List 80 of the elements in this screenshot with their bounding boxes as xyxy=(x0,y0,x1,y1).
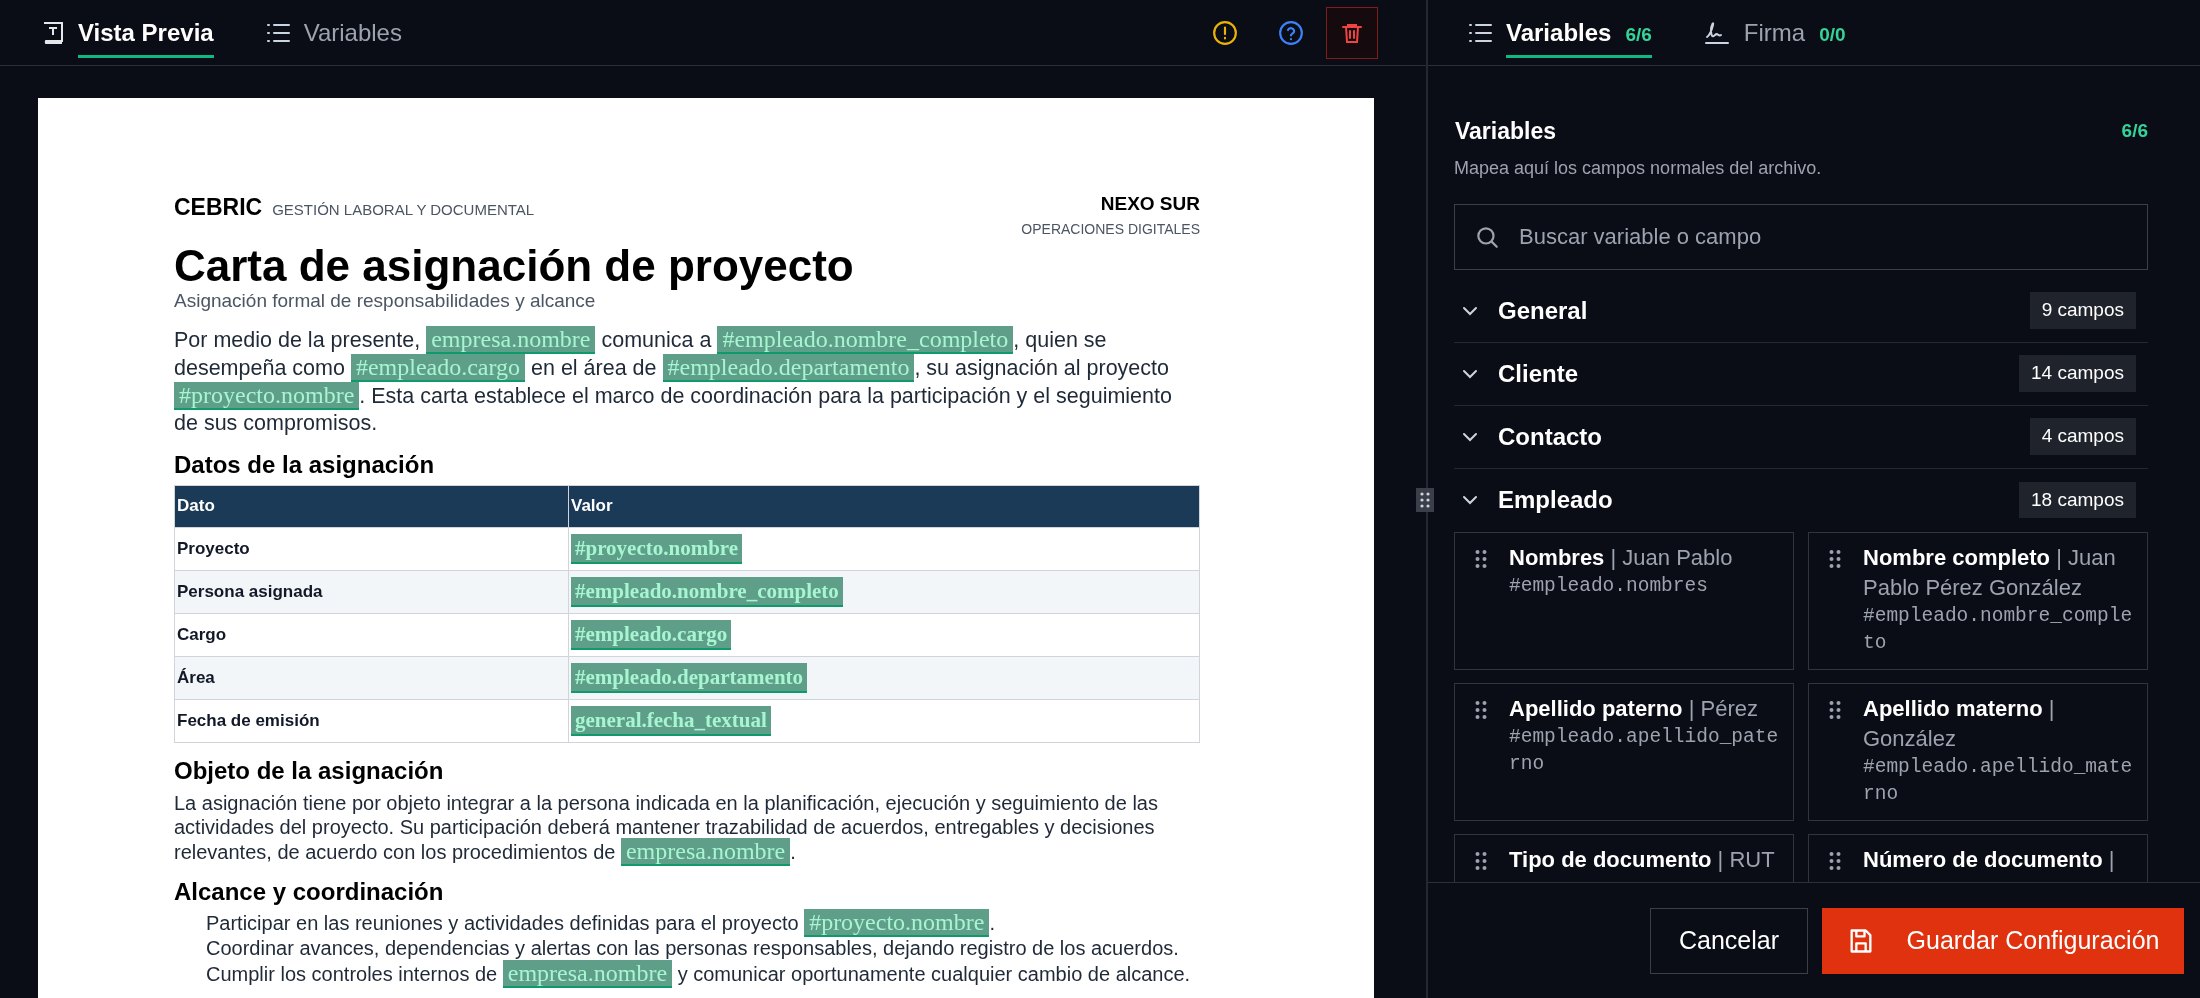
list-icon xyxy=(1468,21,1492,44)
search-field[interactable]: Buscar variable o campo xyxy=(1454,203,2148,270)
variable-card[interactable]: Nombres | Juan Pablo #empleado.nombres xyxy=(1454,531,1794,670)
variable-tag: #empleado.departamento xyxy=(662,353,915,382)
document-title: Carta de asignación de proyecto xyxy=(174,241,855,290)
variable-card[interactable]: Apellido paterno | Pérez #empleado.apellido_paterno xyxy=(1454,682,1794,821)
panel-title: Variables xyxy=(1455,117,1557,146)
count-badge: 14 campos xyxy=(2019,355,2136,392)
variable-tag: #proyecto.nombre xyxy=(174,381,360,410)
chevron-icon xyxy=(1462,495,1478,505)
drag-handle-icon[interactable] xyxy=(1829,850,1841,871)
variable-tag: #empleado.nombre_completo xyxy=(717,325,1014,354)
paragraph: La asignación tiene por objeto integrar a la persona indicada en la planificación, ejecución y seguimiento de las actividades del proyecto. Su participación deberá mantener trazabilidad de acuerdos, entregables y decisiones relevantes, de acuerdo con los procedimientos de empresa.nombre . xyxy=(174,790,1159,864)
variable-card[interactable]: Tipo de documento | RUT xyxy=(1454,833,1794,882)
brand-tagline: GESTIÓN LABORAL Y DOCUMENTAL xyxy=(272,200,535,220)
field-label: Número de documento | xyxy=(1863,845,2116,874)
variable-tag: empresa.nombre xyxy=(502,959,673,988)
drag-handle-icon[interactable] xyxy=(1829,699,1841,720)
delete-button[interactable] xyxy=(1326,6,1378,59)
variable-tag: empresa.nombre xyxy=(620,837,791,866)
count-badge: 9 campos xyxy=(2029,292,2136,329)
table-cell: Fecha de emisión xyxy=(174,699,569,742)
drag-handle-icon[interactable] xyxy=(1475,699,1487,720)
book-icon xyxy=(42,20,64,45)
company-tagline: OPERACIONES DIGITALES xyxy=(1021,219,1200,239)
variable-tag: #proyecto.nombre xyxy=(804,908,990,937)
tab[interactable]: Firma 0/0 xyxy=(1743,7,1846,58)
list-item: Cumplir los controles internos de empresa.nombre y comunicar oportunamente cualquier cambio de alcance. xyxy=(206,960,1192,987)
cancel-button[interactable]: Cancelar xyxy=(1649,907,1808,974)
tab[interactable]: Vista Previa xyxy=(78,7,214,58)
variable-tag: #proyecto.nombre xyxy=(571,533,743,564)
section-heading: Objeto de la asignación xyxy=(174,755,445,786)
variable-tag: #empleado.cargo xyxy=(350,353,526,382)
help-icon[interactable] xyxy=(1278,19,1304,46)
variable-key: #empleado.apellido_paterno xyxy=(1509,723,1783,778)
variable-card[interactable]: Apellido materno | González #empleado.apellido_materno xyxy=(1808,682,2148,821)
variable-tag: empresa.nombre xyxy=(426,325,596,354)
save-button[interactable]: Guardar Configuración xyxy=(1822,907,2184,974)
variable-key: #empleado.nombres xyxy=(1509,572,1783,600)
variable-tag: #empleado.cargo xyxy=(571,619,732,650)
drag-handle-icon[interactable] xyxy=(1475,548,1487,569)
drag-handle-icon[interactable] xyxy=(1475,850,1487,871)
group-header[interactable]: General 9 campos xyxy=(1454,279,2148,343)
drag-handle-icon[interactable] xyxy=(1416,488,1434,512)
count-badge: 4 campos xyxy=(2029,418,2136,455)
variables-count: 6/6 xyxy=(2121,119,2148,143)
variable-tag: general.fecha_textual xyxy=(571,705,771,736)
drag-handle-icon[interactable] xyxy=(1829,548,1841,569)
brand-name: CEBRIC xyxy=(174,193,263,222)
paragraph: Por medio de la presente, empresa.nombre comunica a #empleado.nombre_completo , quien se desempeña como #empleado.cargo en el área de #empleado.departamento , su asignación al proyecto #proyecto.nombre . Esta carta establece el marco de coordinación para la participación y el seguimiento de sus compromisos. xyxy=(174,325,1173,437)
variable-card[interactable]: Nombre completo | Juan Pablo Pérez González #empleado.nombre_completo xyxy=(1808,531,2148,670)
variable-key: #empleado.nombre_completo xyxy=(1863,602,2137,657)
signature-icon xyxy=(1703,20,1730,45)
section-heading: Alcance y coordinación xyxy=(174,876,445,907)
section-heading: Datos de la asignación xyxy=(174,449,436,480)
company-name: NEXO SUR xyxy=(1100,192,1200,216)
group-header[interactable]: Empleado 18 campos xyxy=(1454,468,2148,532)
list-item: Coordinar avances, dependencias y alertas con las personas responsables, dejando registro de los acuerdos. xyxy=(206,935,1180,961)
group-header[interactable]: Cliente 14 campos xyxy=(1454,342,2148,406)
field-label: Nombres | Juan Pablo xyxy=(1509,543,1734,572)
tab[interactable]: Variables 6/6 xyxy=(1506,7,1652,58)
group-header[interactable]: Contacto 4 campos xyxy=(1454,405,2148,469)
column-header: Valor xyxy=(568,485,1200,527)
warning-icon[interactable] xyxy=(1212,19,1238,46)
variable-tag: #empleado.nombre_completo xyxy=(571,576,843,607)
list-icon xyxy=(265,21,290,44)
field-label: Tipo de documento | RUT xyxy=(1509,845,1776,874)
field-label: Nombre completo | Juan Pablo Pérez González xyxy=(1863,543,2117,602)
chevron-icon xyxy=(1462,305,1478,316)
document-subtitle: Asignación formal de responsabilidades y alcance xyxy=(174,289,597,312)
chevron-icon xyxy=(1462,368,1478,379)
list-item: Participar en las reuniones y actividades definidas para el proyecto #proyecto.nombre . xyxy=(206,909,996,936)
tab[interactable]: Variables xyxy=(303,7,402,58)
field-label: Apellido materno | González xyxy=(1863,694,2056,753)
chevron-icon xyxy=(1462,431,1478,442)
variable-key: #empleado.apellido_materno xyxy=(1863,753,2137,808)
panel-description: Mapea aquí los campos normales del archivo. xyxy=(1454,156,1823,180)
variable-tag: #empleado.departamento xyxy=(571,662,808,693)
field-label: Apellido paterno | Pérez xyxy=(1509,694,1759,723)
count-badge: 18 campos xyxy=(2019,481,2136,519)
